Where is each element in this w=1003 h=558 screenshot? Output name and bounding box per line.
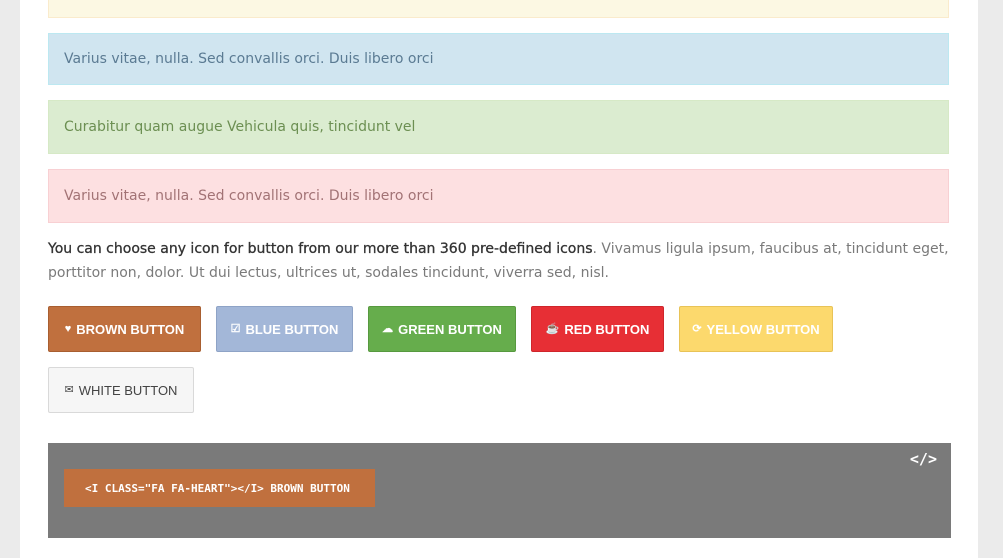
alert-warning (48, 0, 949, 18)
cloud-download-icon: ☁ (382, 322, 394, 335)
yellow-button-label: YELLOW BUTTON (706, 321, 820, 337)
alert-success-text: Curabitur quam augue Vehicula quis, tinc… (64, 119, 416, 135)
alert-info: Varius vitae, nulla. Sed convallis orci.… (48, 33, 949, 85)
green-button[interactable]: ☁ GREEN BUTTON (368, 306, 516, 352)
envelope-icon: ✉ (64, 383, 74, 396)
red-button-label: RED BUTTON (564, 321, 650, 337)
description-highlight: You can choose any icon for button from … (48, 241, 593, 257)
code-snippet-button[interactable]: <I CLASS="FA FA-HEART"></I> BROWN BUTTON (64, 469, 375, 507)
red-button[interactable]: ☕ RED BUTTON (531, 306, 664, 352)
alert-danger: Varius vitae, nulla. Sed convallis orci.… (48, 169, 949, 223)
white-button[interactable]: ✉ WHITE BUTTON (48, 367, 194, 413)
brown-button-label: BROWN BUTTON (76, 321, 185, 337)
yellow-button[interactable]: ⟳ YELLOW BUTTON (679, 306, 833, 352)
code-snippet-text: <I CLASS="FA FA-HEART"></I> BROWN BUTTON (85, 481, 350, 495)
blue-button[interactable]: ☑ BLUE BUTTON (216, 306, 353, 352)
refresh-icon: ⟳ (692, 322, 702, 335)
alert-success: Curabitur quam augue Vehicula quis, tinc… (48, 100, 949, 154)
alert-info-text: Varius vitae, nulla. Sed convallis orci.… (64, 51, 434, 67)
description-text: You can choose any icon for button from … (48, 237, 953, 285)
white-button-label: WHITE BUTTON (78, 382, 178, 398)
code-preview-panel: </> <I CLASS="FA FA-HEART"></I> BROWN BU… (48, 443, 951, 538)
coffee-icon: ☕ (545, 322, 560, 335)
blue-button-label: BLUE BUTTON (245, 321, 339, 337)
check-square-icon: ☑ (230, 322, 241, 335)
content-page: Varius vitae, nulla. Sed convallis orci.… (20, 0, 978, 558)
code-toggle-icon[interactable]: </> (910, 450, 937, 468)
alert-danger-text: Varius vitae, nulla. Sed convallis orci.… (64, 188, 434, 204)
brown-button[interactable]: ♥ BROWN BUTTON (48, 306, 201, 352)
green-button-label: GREEN BUTTON (398, 321, 502, 337)
heart-icon: ♥ (64, 322, 72, 335)
